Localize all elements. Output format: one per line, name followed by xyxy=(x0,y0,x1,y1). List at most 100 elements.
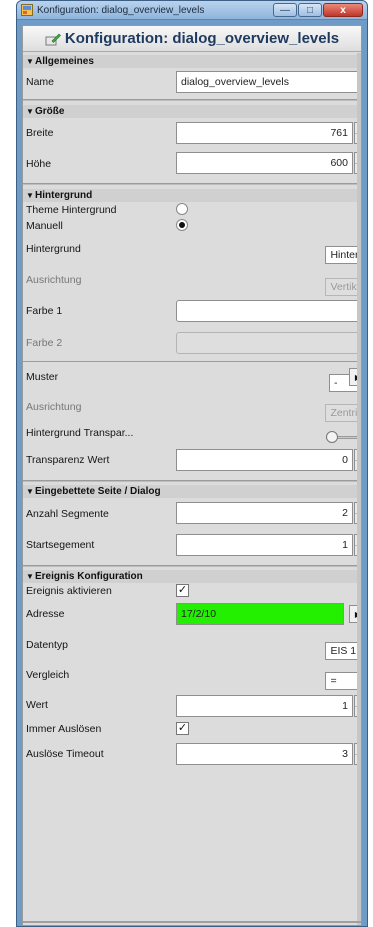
startsegement-label: Startsegement xyxy=(26,539,95,551)
row-datentyp: Datentyp EIS 1 (1 Bit) ▼ xyxy=(23,630,361,660)
ereignis-aktivieren-label: Ereignis aktivieren xyxy=(26,584,112,597)
section-title: Allgemeines xyxy=(35,56,94,67)
window-titlebar[interactable]: Konfiguration: dialog_overview_levels — … xyxy=(17,1,367,20)
row-manuell: Manuell xyxy=(23,217,361,234)
checkmark-icon: ✓ xyxy=(177,584,188,596)
divider xyxy=(23,565,361,567)
manuell-radio[interactable] xyxy=(176,219,188,231)
muster-select-value: - xyxy=(334,377,338,389)
farbe-2-label: Farbe 2 xyxy=(26,336,63,349)
breite-spinner[interactable]: 761 ▲ ▼ xyxy=(176,122,361,144)
anzahl-segmente-input[interactable]: 2 xyxy=(176,502,353,524)
page-title: Konfiguration: dialog_overview_levels xyxy=(64,30,340,47)
immer-ausloesen-label: Immer Auslösen xyxy=(26,723,102,735)
row-ereignis-aktivieren: Ereignis aktivieren ✓ xyxy=(23,583,361,598)
section-title: Eingebettete Seite / Dialog xyxy=(35,486,161,497)
datentyp-label: Datentyp xyxy=(26,639,69,651)
config-edit-icon xyxy=(45,33,61,45)
close-button[interactable]: x xyxy=(323,3,363,17)
hoehe-input[interactable]: 600 xyxy=(176,152,353,174)
ausrichtung-label: Ausrichtung xyxy=(26,274,82,286)
properties-list[interactable]: ▼Allgemeines Name dialog_overview_levels… xyxy=(23,53,361,925)
startsegement-input[interactable]: 1 xyxy=(176,534,353,556)
section-ereignis[interactable]: ▼Ereignis Konfiguration xyxy=(23,570,361,583)
ausrichtung-select: Vertikal ▼ xyxy=(325,278,361,296)
section-title: Hintergrund xyxy=(35,190,93,201)
hintergrund-select[interactable]: Hintergrundfarbe ▼ xyxy=(325,246,361,264)
maximize-button[interactable]: □ xyxy=(298,3,322,17)
hoehe-spinner[interactable]: 600 ▲ ▼ xyxy=(176,152,361,174)
section-title: Ereignis Konfiguration xyxy=(35,571,143,582)
transparenz-label: Hintergrund Transpar... xyxy=(26,427,134,439)
startsegement-spinner[interactable]: 1 ▲ ▼ xyxy=(176,534,361,556)
row-muster: Muster - ▼ ▶ xyxy=(23,362,361,392)
app-icon xyxy=(21,4,33,16)
divider xyxy=(23,183,361,185)
adresse-field[interactable]: 17/2/10 xyxy=(176,603,344,625)
ereignis-aktivieren-checkbox[interactable]: ✓ xyxy=(176,584,189,597)
checkmark-icon: ✓ xyxy=(177,722,188,734)
transparenz-wert-spinner[interactable]: 0 ▲ ▼ xyxy=(176,449,361,471)
transparenz-slider[interactable] xyxy=(325,430,361,444)
anzahl-segmente-label: Anzahl Segmente xyxy=(26,507,109,520)
farbe-2-picker xyxy=(176,332,361,354)
row-name: Name dialog_overview_levels xyxy=(23,68,361,96)
anzahl-segmente-spinner[interactable]: 2 ▲ ▼ xyxy=(176,502,361,524)
row-immer-ausloesen: Immer Auslösen ✓ xyxy=(23,720,361,738)
row-ausrichtung: Ausrichtung Vertikal ▼ xyxy=(23,264,361,296)
slider-thumb[interactable] xyxy=(325,431,338,443)
config-header: Konfiguration: dialog_overview_levels xyxy=(23,26,361,52)
farbe-1-picker[interactable] xyxy=(176,300,361,322)
panel-bottom-border xyxy=(23,921,361,923)
collapse-triangle-icon: ▼ xyxy=(26,487,34,496)
theme-hintergrund-label: Theme Hintergrund xyxy=(26,203,117,216)
breite-label: Breite xyxy=(26,127,54,139)
ausrichtung-2-label: Ausrichtung xyxy=(26,401,82,413)
wert-spinner[interactable]: 1 ▲ ▼ xyxy=(176,695,361,717)
section-title: Größe xyxy=(35,106,65,117)
transparenz-wert-input[interactable]: 0 xyxy=(176,449,353,471)
datentyp-select[interactable]: EIS 1 (1 Bit) ▼ xyxy=(325,642,361,660)
breite-input[interactable]: 761 xyxy=(176,122,353,144)
section-allgemeines[interactable]: ▼Allgemeines xyxy=(23,55,361,68)
ausrichtung-2-select: Zentriert ▼ xyxy=(325,404,361,422)
row-farbe-2: Farbe 2 xyxy=(23,326,361,359)
collapse-triangle-icon: ▼ xyxy=(26,107,34,116)
ausloese-timeout-label: Auslöse Timeout xyxy=(26,748,104,760)
row-startsegement: Startsegement 1 ▲ ▼ xyxy=(23,529,361,561)
theme-hintergrund-radio[interactable] xyxy=(176,203,188,215)
manuell-label: Manuell xyxy=(26,219,63,232)
muster-label: Muster xyxy=(26,371,59,383)
vergleich-select[interactable]: = ▼ xyxy=(325,672,361,690)
minimize-button[interactable]: — xyxy=(273,3,297,17)
row-transparenz-wert: Transparenz Wert 0 ▲ ▼ xyxy=(23,444,361,476)
wert-input[interactable]: 1 xyxy=(176,695,353,717)
ausloese-timeout-spinner[interactable]: 3 ▲ ▼ xyxy=(176,743,361,765)
vergleich-select-value: = xyxy=(330,675,337,687)
ausloese-timeout-input[interactable]: 3 xyxy=(176,743,353,765)
config-window: Konfiguration: dialog_overview_levels — … xyxy=(16,0,368,927)
row-ausrichtung-2: Ausrichtung Zentriert ▼ xyxy=(23,392,361,422)
hintergrund-label: Hintergrund xyxy=(26,243,81,255)
farbe-1-label: Farbe 1 xyxy=(26,305,63,317)
row-ausloese-timeout: Auslöse Timeout 3 ▲ ▼ xyxy=(23,738,361,770)
vertical-scrollbar[interactable] xyxy=(357,53,361,925)
hoehe-label: Höhe xyxy=(26,158,52,170)
collapse-triangle-icon: ▼ xyxy=(26,191,34,200)
row-hoehe: Höhe 600 ▲ ▼ xyxy=(23,148,361,180)
row-adresse: Adresse 17/2/10 ▶ xyxy=(23,598,361,630)
row-hintergrund: Hintergrund Hintergrundfarbe ▼ xyxy=(23,234,361,264)
transparenz-wert-label: Transparenz Wert xyxy=(26,454,110,466)
collapse-triangle-icon: ▼ xyxy=(26,572,34,581)
row-farbe-1: Farbe 1 xyxy=(23,296,361,326)
section-groesse[interactable]: ▼Größe xyxy=(23,105,361,118)
wert-label: Wert xyxy=(26,699,48,711)
row-anzahl-segmente: Anzahl Segmente 2 ▲ ▼ xyxy=(23,498,361,529)
section-hintergrund[interactable]: ▼Hintergrund xyxy=(23,189,361,202)
immer-ausloesen-checkbox[interactable]: ✓ xyxy=(176,722,189,735)
section-eingebettet[interactable]: ▼Eingebettete Seite / Dialog xyxy=(23,485,361,498)
name-field[interactable]: dialog_overview_levels xyxy=(176,71,361,93)
row-theme-hintergrund: Theme Hintergrund xyxy=(23,202,361,217)
row-breite: Breite 761 ▲ ▼ xyxy=(23,118,361,148)
row-transparenz: Hintergrund Transpar... xyxy=(23,422,361,444)
